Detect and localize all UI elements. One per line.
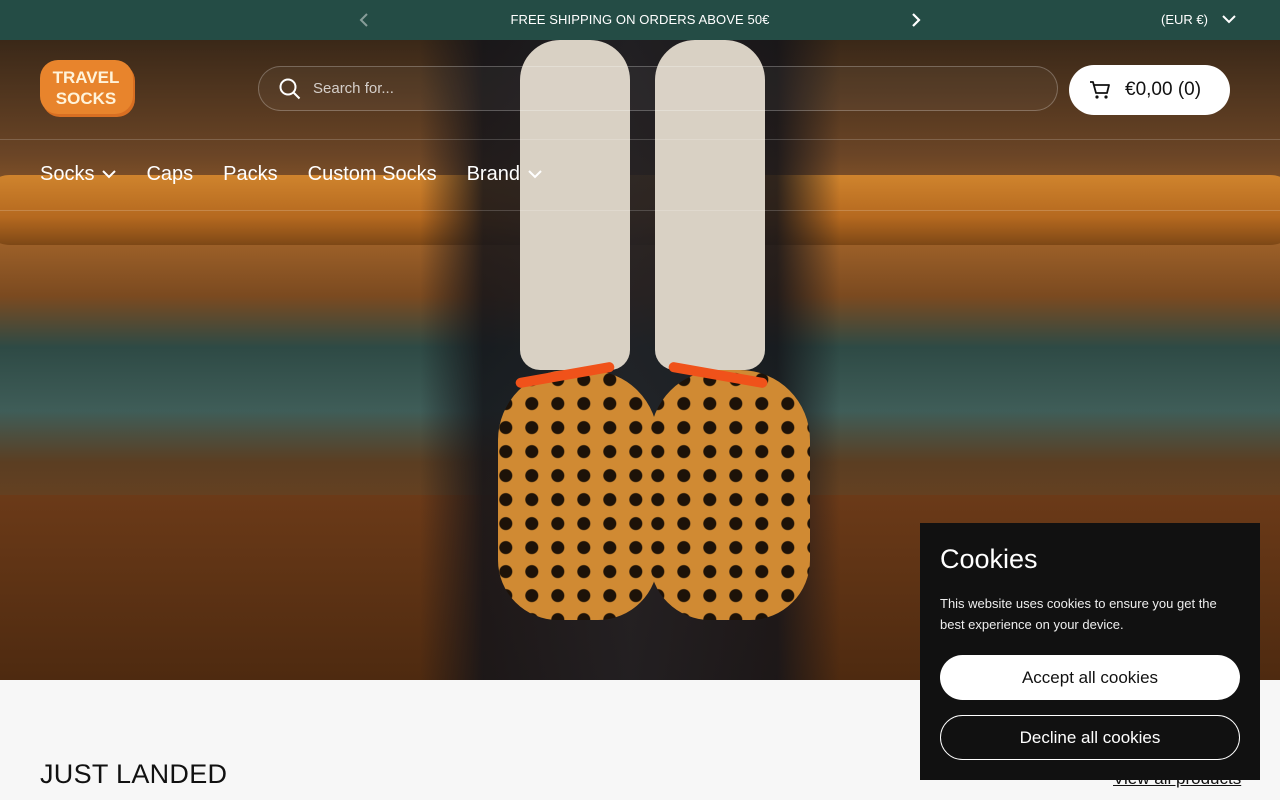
nav-item-packs[interactable]: Packs (223, 163, 277, 186)
header-divider (0, 139, 1280, 140)
logo-text-bottom: SOCKS (56, 89, 116, 108)
nav-item-caps[interactable]: Caps (146, 163, 193, 186)
currency-label: (EUR €) (1161, 12, 1208, 27)
nav-divider (0, 210, 1280, 211)
travel-socks-logo: TRAVEL SOCKS (40, 60, 135, 117)
nav-item-socks[interactable]: Socks (40, 163, 117, 186)
cart-button[interactable]: €0,00 (0) (1069, 65, 1230, 115)
cookie-text: This website uses cookies to ensure you … (940, 596, 1217, 632)
hero-shoe-right (650, 370, 810, 620)
nav-item-label: Caps (146, 163, 194, 185)
nav-item-brand[interactable]: Brand (467, 163, 542, 186)
search-bar[interactable] (258, 66, 1058, 111)
search-input[interactable] (313, 80, 1013, 97)
cart-label: €0,00 (0) (1125, 79, 1202, 100)
main-navigation: Socks Caps Packs Custom Socks Brand (40, 163, 542, 186)
cookie-title: Cookies (940, 544, 1038, 574)
chevron-down-icon (1222, 15, 1236, 24)
store-logo[interactable]: TRAVEL SOCKS (40, 59, 137, 119)
nav-item-label: Socks (40, 163, 95, 185)
nav-item-custom-socks[interactable]: Custom Socks (308, 163, 437, 186)
announcement-message: FREE SHIPPING ON ORDERS ABOVE 50€ (510, 12, 770, 27)
currency-selector[interactable]: (EUR €) (1161, 12, 1236, 27)
decline-cookies-button[interactable]: Decline all cookies (940, 715, 1240, 760)
announcement-next-button[interactable] (906, 10, 926, 30)
chevron-down-icon (528, 170, 542, 179)
nav-item-label: Brand (466, 163, 520, 185)
nav-item-label: Custom Socks (307, 163, 437, 185)
chevron-right-icon (912, 13, 921, 27)
announcement-bar: FREE SHIPPING ON ORDERS ABOVE 50€ (EUR €… (0, 0, 1280, 40)
logo-text-top: TRAVEL (53, 68, 120, 87)
cookie-banner: Cookies This website uses cookies to ens… (920, 523, 1260, 780)
cart-icon (1090, 81, 1110, 99)
hero-shoe-left (498, 370, 658, 620)
chevron-down-icon (102, 170, 117, 179)
search-icon (279, 78, 301, 99)
section-title: JUST LANDED (40, 759, 228, 789)
nav-item-label: Packs (223, 163, 278, 185)
accept-cookies-button[interactable]: Accept all cookies (940, 655, 1240, 700)
